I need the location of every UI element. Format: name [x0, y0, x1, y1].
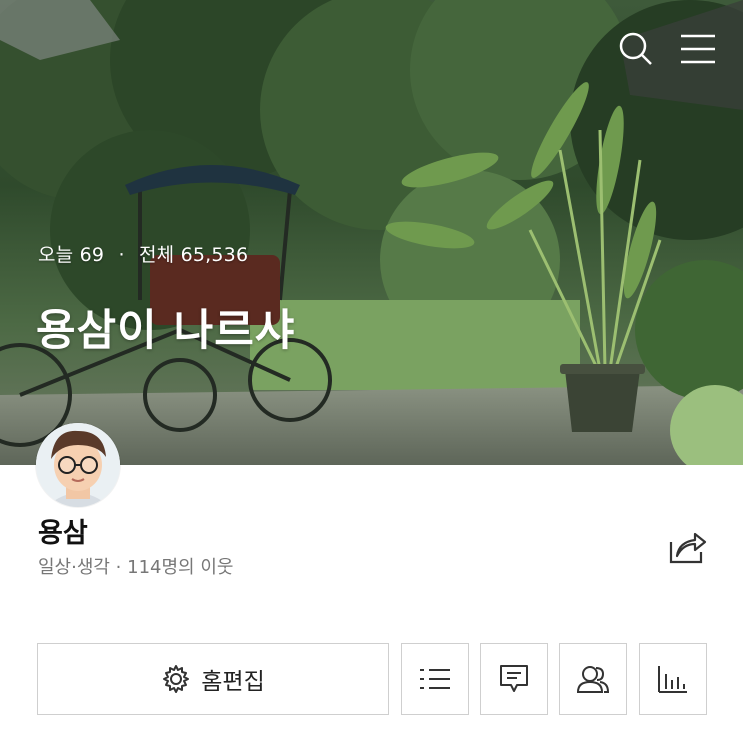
neighbors-button[interactable] [559, 643, 627, 715]
today-label: 오늘 [38, 244, 74, 266]
blog-title: 용삼이 나르샤 [36, 306, 296, 356]
message-button[interactable] [480, 643, 548, 715]
stats-icon [658, 666, 687, 693]
nickname: 용삼 [38, 518, 88, 549]
garden-scene-image [0, 0, 743, 465]
profile-meta: 일상·생각 · 114명의 이웃 [38, 557, 234, 578]
search-icon[interactable] [617, 30, 655, 68]
avatar[interactable] [36, 423, 120, 507]
today-count: 69 [79, 244, 105, 266]
list-button[interactable] [401, 643, 469, 715]
stats-button[interactable] [639, 643, 707, 715]
avatar-image [36, 423, 120, 507]
list-icon [420, 669, 450, 689]
gear-icon [163, 665, 190, 693]
menu-icon[interactable] [679, 30, 717, 68]
edit-home-button[interactable]: 홈편집 [37, 643, 389, 715]
total-count: 65,536 [180, 244, 249, 266]
visitor-stats: 오늘 69 · 전체 65,536 [38, 240, 248, 267]
message-icon [500, 665, 528, 692]
edit-home-label: 홈편집 [201, 669, 265, 695]
cover-photo: 오늘 69 · 전체 65,536 용삼이 나르샤 [0, 0, 743, 465]
stats-separator: · [118, 244, 125, 266]
total-label: 전체 [138, 244, 175, 266]
share-icon[interactable] [667, 528, 709, 566]
neighbors-icon [576, 666, 610, 693]
